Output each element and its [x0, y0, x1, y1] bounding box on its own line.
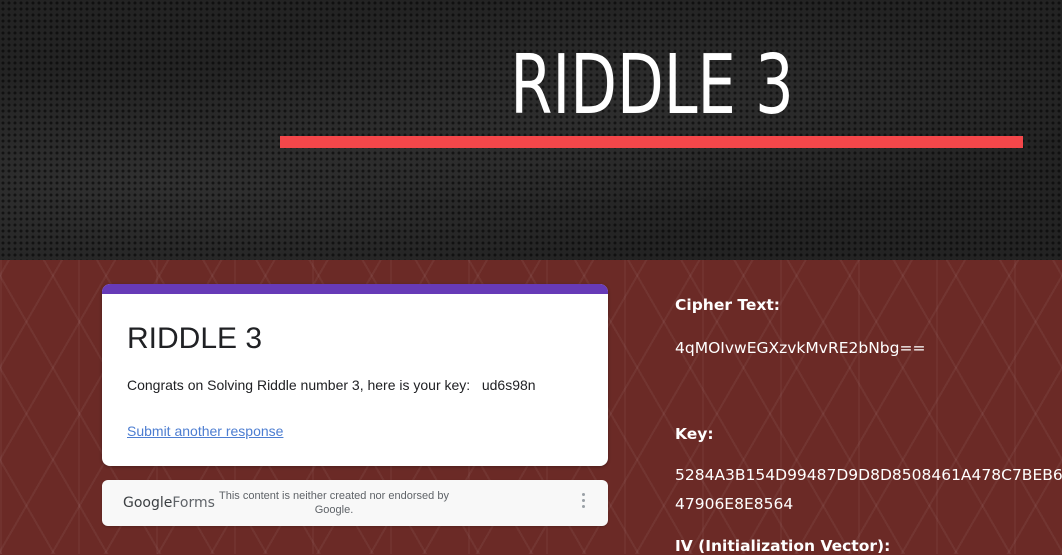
kebab-menu-icon[interactable] [580, 493, 586, 513]
hero-banner: RIDDLE 3 [0, 0, 1062, 260]
footer-disclaimer: This content is neither created nor endo… [219, 490, 449, 516]
form-title: RIDDLE 3 [127, 322, 263, 355]
cipher-text-label: Cipher Text: [675, 296, 781, 314]
title-underline [280, 136, 1023, 148]
key-value-line2: 47906E8E8564 [675, 495, 794, 513]
key-value-line1: 5284A3B154D99487D9D8D8508461A478C7BEB6 [675, 466, 1062, 484]
submit-another-response-link[interactable]: Submit another response [127, 423, 283, 439]
page-title: RIDDLE 3 [510, 38, 794, 133]
google-forms-footer: GoogleForms This content is neither crea… [102, 480, 608, 526]
cipher-text-value: 4qMOIvwEGXzvkMvRE2bNbg== [675, 339, 926, 357]
key-label: Key: [675, 425, 714, 443]
logo-google-text: Google [123, 495, 173, 511]
form-response-card: RIDDLE 3 Congrats on Solving Riddle numb… [102, 284, 608, 466]
form-accent-bar [102, 284, 608, 294]
form-confirmation-message: Congrats on Solving Riddle number 3, her… [127, 377, 536, 393]
iv-label: IV (Initialization Vector): [675, 537, 891, 555]
google-forms-logo[interactable]: GoogleForms [123, 495, 215, 511]
